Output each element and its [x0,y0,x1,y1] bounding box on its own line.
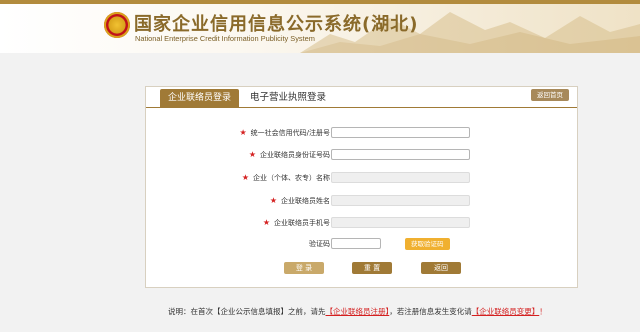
notice-suffix: ！ [539,307,547,316]
captcha-row: 验证码 获取验证码 [146,238,577,252]
required-star: ★ [269,196,277,205]
credit-code-row: ★ 统一社会信用代码/注册号 [146,127,577,141]
required-star: ★ [241,173,249,182]
reset-button[interactable]: 重 置 [352,262,392,274]
get-verification-code-button[interactable]: 获取验证码 [405,238,450,250]
change-contact-link[interactable]: 【企业联络员变更】 [472,307,540,316]
company-name-input[interactable] [331,172,470,183]
tab-contact-login[interactable]: 企业联络员登录 [160,89,240,107]
tab-e-license-login[interactable]: 电子营业执照登录 [242,89,334,107]
login-button[interactable]: 登 录 [284,262,324,274]
contact-name-label: 企业联络员姓名 [281,197,330,205]
phone-label: 企业联络员手机号 [274,219,330,227]
login-card: 企业联络员登录 电子营业执照登录 返回首页 ★ 统一社会信用代码/注册号 ★ 企业联… [145,86,578,288]
back-to-home-button[interactable]: 返回首页 [531,89,569,101]
id-number-label: 企业联络员身份证号码 [260,151,330,159]
contact-name-input[interactable] [331,195,470,206]
company-name-row: ★ 企业（个体、农专）名称 [146,172,577,186]
back-button[interactable]: 返回 [421,262,461,274]
notice-middle: ，若注册信息发生变化请 [389,307,472,316]
national-emblem-icon [104,12,130,38]
phone-row: ★ 企业联络员手机号 [146,217,577,231]
company-name-label: 企业（个体、农专）名称 [253,174,330,182]
phone-input[interactable] [331,217,470,228]
notice-text: 说明：在首次【企业公示信息填报】之前，请先【企业联络员注册】，若注册信息发生变化… [168,306,547,317]
captcha-label: 验证码 [309,240,330,248]
header-banner: 国家企业信用信息公示系统(湖北) National Enterprise Cre… [0,0,640,53]
required-star: ★ [248,150,256,159]
required-star: ★ [239,128,247,137]
contact-name-row: ★ 企业联络员姓名 [146,195,577,209]
notice-prefix: 说明：在首次【企业公示信息填报】之前，请先 [168,307,326,316]
captcha-input[interactable] [331,238,381,249]
id-number-input[interactable] [331,149,470,160]
register-contact-link[interactable]: 【企业联络员注册】 [326,307,390,316]
site-subtitle: National Enterprise Credit Information P… [135,34,315,43]
required-star: ★ [262,218,270,227]
credit-code-input[interactable] [331,127,470,138]
login-tabs: 企业联络员登录 电子营业执照登录 返回首页 [146,87,577,108]
credit-code-label: 统一社会信用代码/注册号 [250,129,330,137]
site-title: 国家企业信用信息公示系统(湖北) [134,14,419,35]
id-number-row: ★ 企业联络员身份证号码 [146,149,577,163]
